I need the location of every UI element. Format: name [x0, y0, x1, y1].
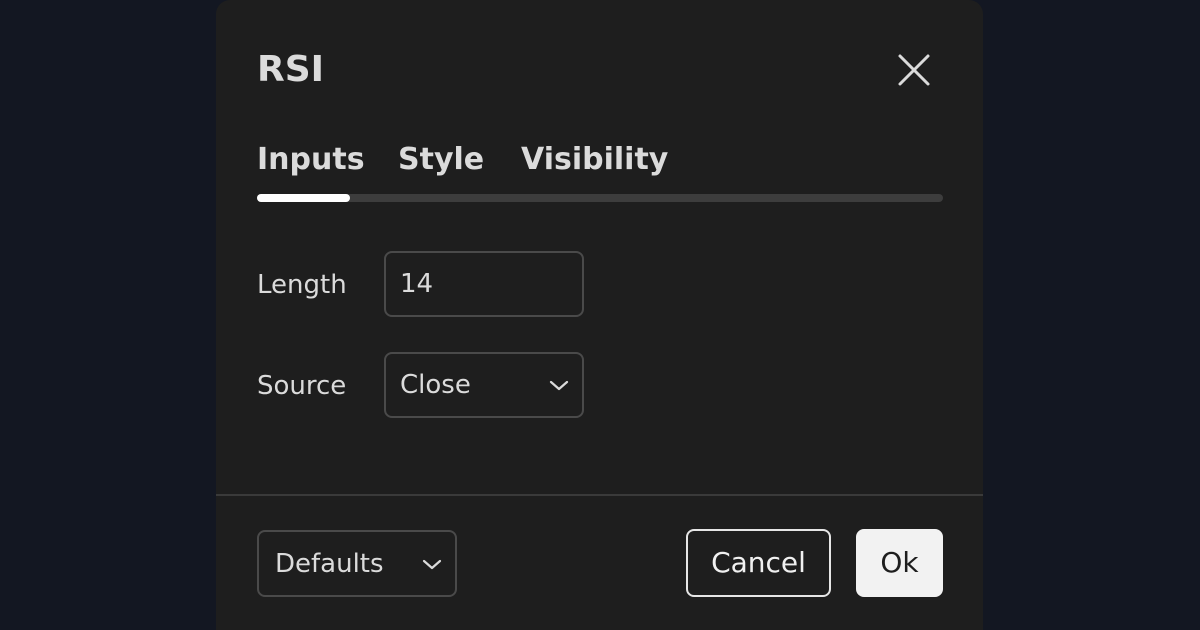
close-icon — [898, 54, 930, 86]
cancel-button[interactable]: Cancel — [686, 529, 831, 597]
defaults-label: Defaults — [275, 549, 384, 579]
source-select-value: Close — [400, 370, 471, 400]
tab-style[interactable]: Style — [398, 140, 484, 180]
dialog-title: RSI — [257, 49, 325, 90]
source-label: Source — [257, 371, 347, 401]
tab-indicator-track — [257, 194, 943, 202]
tab-inputs[interactable]: Inputs — [257, 140, 365, 180]
length-label: Length — [257, 270, 347, 300]
chevron-down-icon — [549, 380, 569, 391]
ok-button[interactable]: Ok — [856, 529, 943, 597]
close-button[interactable] — [894, 50, 934, 90]
tab-active-indicator — [257, 194, 350, 202]
defaults-dropdown[interactable]: Defaults — [257, 530, 457, 597]
footer-divider — [216, 494, 983, 496]
length-field-box — [384, 251, 584, 317]
indicator-settings-dialog: RSI Inputs Style Visibility Length Sourc… — [216, 0, 983, 630]
chevron-down-icon — [422, 559, 442, 570]
source-select[interactable]: Close — [384, 352, 584, 418]
length-input[interactable] — [400, 253, 570, 315]
tab-visibility[interactable]: Visibility — [521, 140, 668, 180]
